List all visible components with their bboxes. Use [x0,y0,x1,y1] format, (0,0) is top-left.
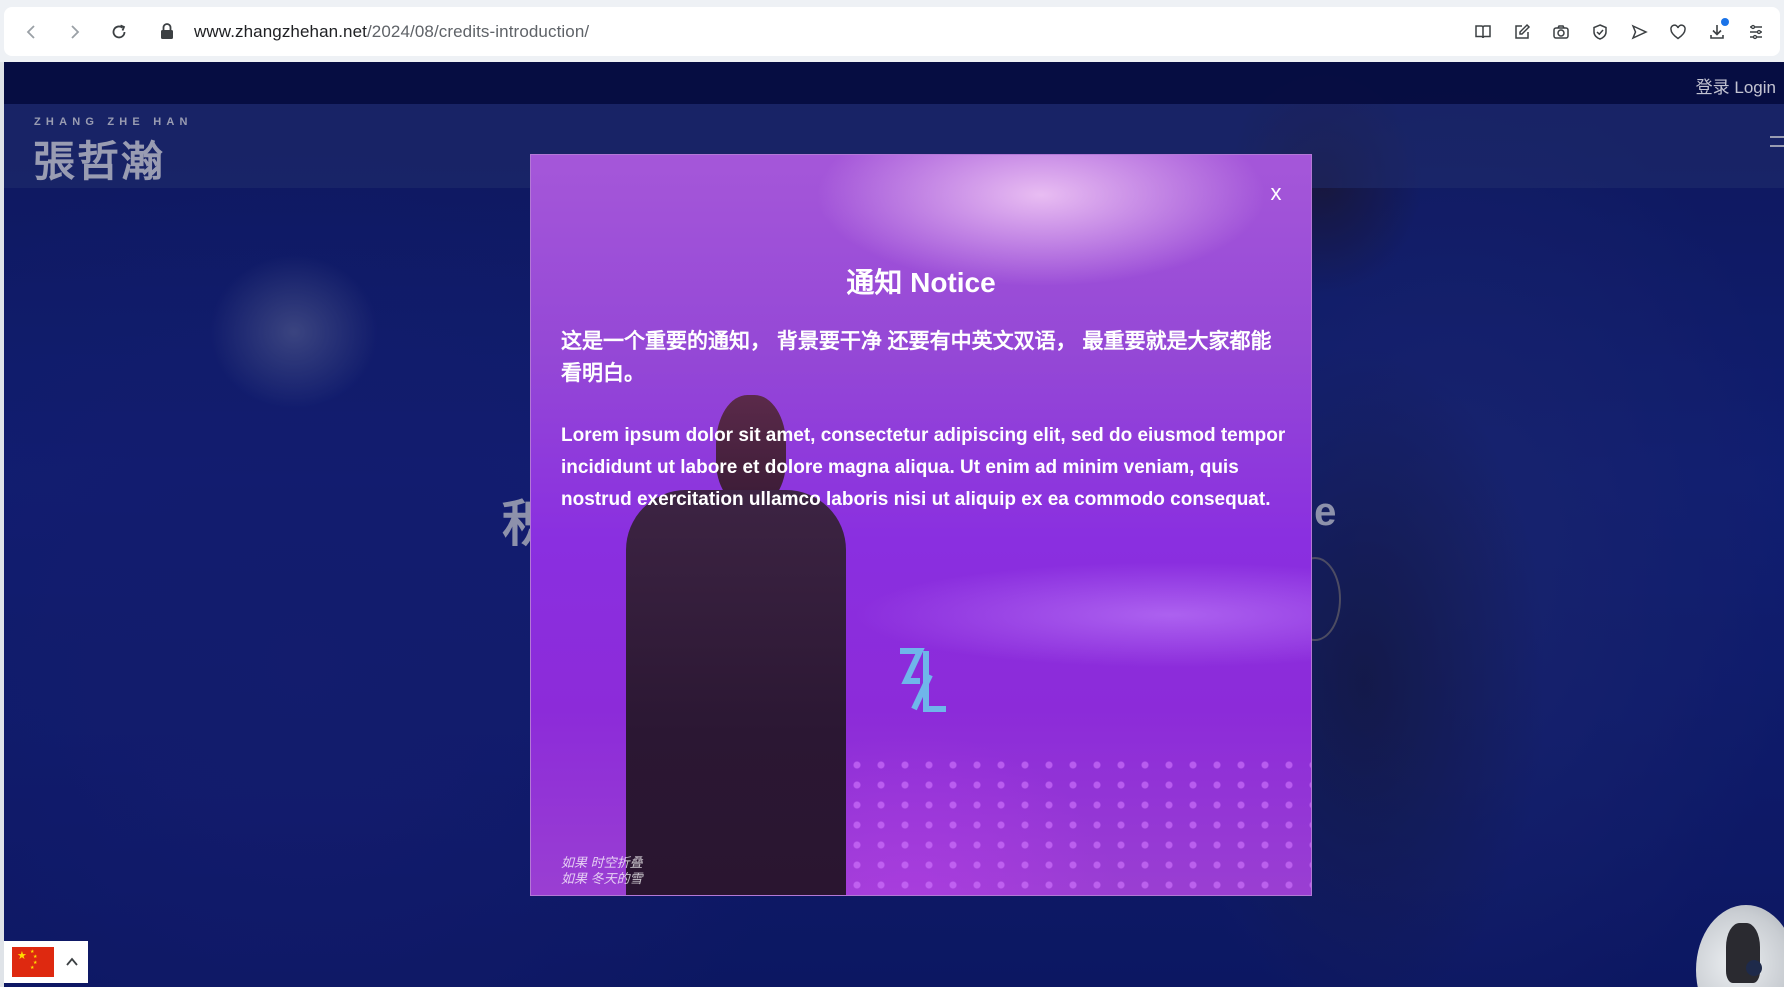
language-switcher[interactable]: ★ ★ ★ ★ ★ [4,941,88,983]
reload-icon [112,24,126,38]
menu-icon[interactable] [1739,15,1772,48]
back-button[interactable] [14,15,48,49]
stage-lights [821,755,1311,895]
page-viewport: 登录 Login ZHANG ZHE HAN 張哲瀚 积 le x 通知 Not… [4,62,1784,987]
url-field[interactable]: www.zhangzhehan.net/2024/08/credits-intr… [194,22,589,42]
browser-chrome: www.zhangzhehan.net/2024/08/credits-intr… [0,0,1784,62]
reader-mode-icon[interactable] [1466,15,1499,48]
heart-icon[interactable] [1661,15,1694,48]
play-dot-icon [1746,960,1762,976]
lock-icon[interactable] [158,21,176,43]
browser-toolbar [1466,15,1772,48]
modal-bottom-caption: 如果 时空折叠 如果 冬天的雪 [561,855,643,887]
download-icon[interactable] [1700,15,1733,48]
modal-body-chinese: 这是一个重要的通知， 背景要干净 还要有中英文双语， 最重要就是大家都能看明白。 [561,330,1272,385]
edit-icon[interactable] [1505,15,1538,48]
camera-icon[interactable] [1544,15,1577,48]
notification-dot [1721,18,1729,26]
china-flag-icon: ★ ★ ★ ★ ★ [12,947,54,977]
url-path: /2024/08/credits-introduction/ [366,21,590,41]
forward-arrow-icon [71,24,80,39]
modal-body-english: Lorem ipsum dolor sit amet, consectetur … [561,425,1286,510]
address-bar-container: www.zhangzhehan.net/2024/08/credits-intr… [4,7,1780,56]
zh-logo-icon [900,648,946,712]
notice-modal: x 通知 Notice 这是一个重要的通知， 背景要干净 还要有中英文双语， 最… [530,154,1312,896]
reload-button[interactable] [102,15,136,49]
caption-line-2: 如果 冬天的雪 [561,871,643,886]
modal-close-button[interactable]: x [1265,182,1287,204]
chevron-up-icon[interactable] [64,954,80,970]
back-arrow-icon [26,24,35,39]
caption-line-1: 如果 时空折叠 [561,855,643,870]
modal-title: 通知 Notice [846,267,996,298]
url-host: www.zhangzhehan.net [194,21,367,41]
shield-check-icon[interactable] [1583,15,1616,48]
forward-button[interactable] [58,15,92,49]
send-icon[interactable] [1622,15,1655,48]
